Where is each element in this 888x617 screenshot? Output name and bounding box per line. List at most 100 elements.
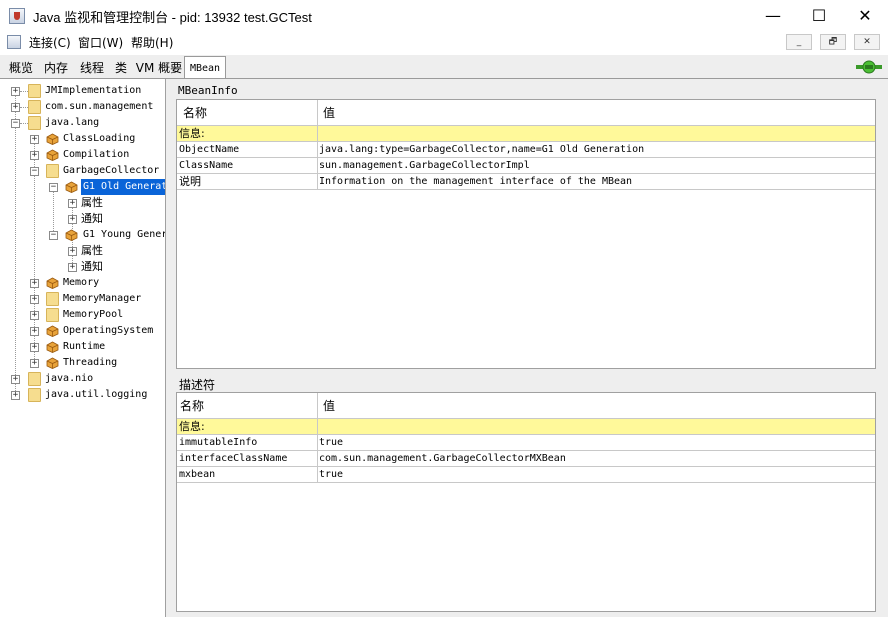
frame-minimize-button[interactable]: _ [786, 34, 812, 50]
tree-node-attributes[interactable]: 属性 [81, 195, 103, 211]
java-app-icon[interactable] [9, 8, 25, 24]
menu-help[interactable]: 帮助(H) [131, 34, 173, 51]
tree-node-operatingsystem[interactable]: OperatingSystem [63, 323, 153, 339]
row-value: true [319, 437, 344, 448]
folder-icon [28, 84, 41, 98]
tree-node-g1-old-generation[interactable]: G1 Old Generation [81, 179, 165, 195]
tab-overview[interactable]: 概览 [6, 58, 36, 78]
folder-icon [28, 372, 41, 386]
info-group-row[interactable]: 信息: [177, 419, 875, 435]
table-row[interactable]: interfaceClassName com.sun.management.Ga… [177, 451, 875, 467]
expand-icon[interactable]: + [68, 263, 77, 272]
maximize-button[interactable]: ☐ [796, 0, 842, 31]
mbeaninfo-table[interactable]: 名称 值 信息: ObjectName java.lang:type=Garba… [176, 99, 876, 369]
mbean-icon [46, 133, 59, 145]
tab-mbean[interactable]: MBean [184, 56, 226, 78]
close-button[interactable]: ✕ [842, 0, 888, 31]
tab-threads[interactable]: 线程 [76, 58, 108, 78]
expand-icon[interactable]: + [68, 199, 77, 208]
expand-icon[interactable]: + [30, 135, 39, 144]
table-row[interactable]: 说明 Information on the management interfa… [177, 174, 875, 190]
row-name: immutableInfo [179, 437, 258, 448]
folder-icon [46, 164, 59, 178]
menu-connect[interactable]: 连接(C) [29, 34, 71, 51]
tree-node-jmimplementation[interactable]: JMImplementation [45, 83, 141, 99]
expand-icon[interactable]: + [11, 103, 20, 112]
column-separator[interactable] [317, 100, 318, 125]
expand-icon[interactable]: + [30, 359, 39, 368]
expand-icon[interactable]: + [68, 247, 77, 256]
row-value: java.lang:type=GarbageCollector,name=G1 … [319, 144, 645, 155]
expand-icon[interactable]: + [30, 343, 39, 352]
table-row[interactable]: ObjectName java.lang:type=GarbageCollect… [177, 142, 875, 158]
tree-guide [53, 187, 54, 235]
row-name: ObjectName [179, 144, 240, 155]
internal-frame-icon[interactable] [7, 35, 21, 49]
row-name: interfaceClassName [179, 453, 288, 464]
mbean-tree[interactable]: + JMImplementation + com.sun.management … [0, 79, 166, 617]
descriptor-table[interactable]: 名称 值 信息: immutableInfo true interfaceCla… [176, 392, 876, 612]
column-separator[interactable] [317, 393, 318, 418]
frame-close-button[interactable]: ✕ [854, 34, 880, 50]
column-separator [317, 126, 318, 141]
tree-node-runtime[interactable]: Runtime [63, 339, 105, 355]
menu-window[interactable]: 窗口(W) [78, 34, 123, 51]
window-title: Java 监视和管理控制台 - pid: 13932 test.GCTest [33, 10, 312, 25]
expand-icon[interactable]: + [11, 391, 20, 400]
table-row[interactable]: immutableInfo true [177, 435, 875, 451]
descriptor-table-header: 名称 值 [177, 393, 875, 419]
tree-node-notifications[interactable]: 通知 [81, 211, 103, 227]
expand-icon[interactable]: + [30, 279, 39, 288]
collapse-icon[interactable]: − [49, 183, 58, 192]
column-header-value[interactable]: 值 [323, 100, 335, 126]
tree-node-memorypool[interactable]: MemoryPool [63, 307, 123, 323]
tree-node-classloading[interactable]: ClassLoading [63, 131, 135, 147]
expand-icon[interactable]: + [30, 295, 39, 304]
tree-node-java-lang[interactable]: java.lang [45, 115, 99, 131]
tab-vm-summary[interactable]: VM 概要 [134, 58, 184, 78]
column-header-name[interactable]: 名称 [180, 393, 204, 419]
table-row[interactable]: ClassName sun.management.GarbageCollecto… [177, 158, 875, 174]
expand-icon[interactable]: + [11, 87, 20, 96]
info-group-row[interactable]: 信息: [177, 126, 875, 142]
row-value: Information on the management interface … [319, 176, 633, 187]
row-name: mxbean [179, 469, 216, 480]
collapse-icon[interactable]: − [30, 167, 39, 176]
table-row[interactable]: mxbean true [177, 467, 875, 483]
expand-icon[interactable]: + [68, 215, 77, 224]
row-name: 说明 [179, 175, 201, 188]
tab-classes[interactable]: 类 [110, 58, 132, 78]
tree-node-java-util-logging[interactable]: java.util.logging [45, 387, 147, 403]
row-name: ClassName [179, 160, 234, 171]
tree-node-g1-young-generation[interactable]: G1 Young Generation [83, 227, 165, 243]
tree-node-threading[interactable]: Threading [63, 355, 117, 371]
tree-node-garbagecollector[interactable]: GarbageCollector [63, 163, 159, 179]
row-value: com.sun.management.GarbageCollectorMXBea… [319, 453, 566, 464]
collapse-icon[interactable]: − [49, 231, 58, 240]
column-separator [317, 435, 318, 450]
tree-node-com-sun-management[interactable]: com.sun.management [45, 99, 153, 115]
frame-restore-button[interactable]: 🗗 [820, 34, 846, 50]
tree-node-java-nio[interactable]: java.nio [45, 371, 93, 387]
expand-icon[interactable]: + [30, 311, 39, 320]
tree-node-attributes[interactable]: 属性 [81, 243, 103, 259]
expand-icon[interactable]: + [11, 375, 20, 384]
tree-node-notifications[interactable]: 通知 [81, 259, 103, 275]
column-header-name[interactable]: 名称 [183, 100, 207, 126]
minimize-button[interactable]: — [750, 0, 796, 31]
expand-icon[interactable]: + [30, 327, 39, 336]
connection-status-icon[interactable] [856, 60, 882, 74]
tab-memory[interactable]: 内存 [40, 58, 72, 78]
tree-node-compilation[interactable]: Compilation [63, 147, 129, 163]
column-separator [317, 174, 318, 189]
column-header-value[interactable]: 值 [323, 393, 335, 419]
mbean-icon [65, 229, 78, 241]
tree-guide [20, 91, 28, 92]
info-group-label: 信息: [179, 420, 205, 433]
expand-icon[interactable]: + [30, 151, 39, 160]
row-value: sun.management.GarbageCollectorImpl [319, 160, 530, 171]
tree-guide [20, 107, 28, 108]
collapse-icon[interactable]: − [11, 119, 20, 128]
tree-node-memorymanager[interactable]: MemoryManager [63, 291, 141, 307]
tree-node-memory[interactable]: Memory [63, 275, 99, 291]
